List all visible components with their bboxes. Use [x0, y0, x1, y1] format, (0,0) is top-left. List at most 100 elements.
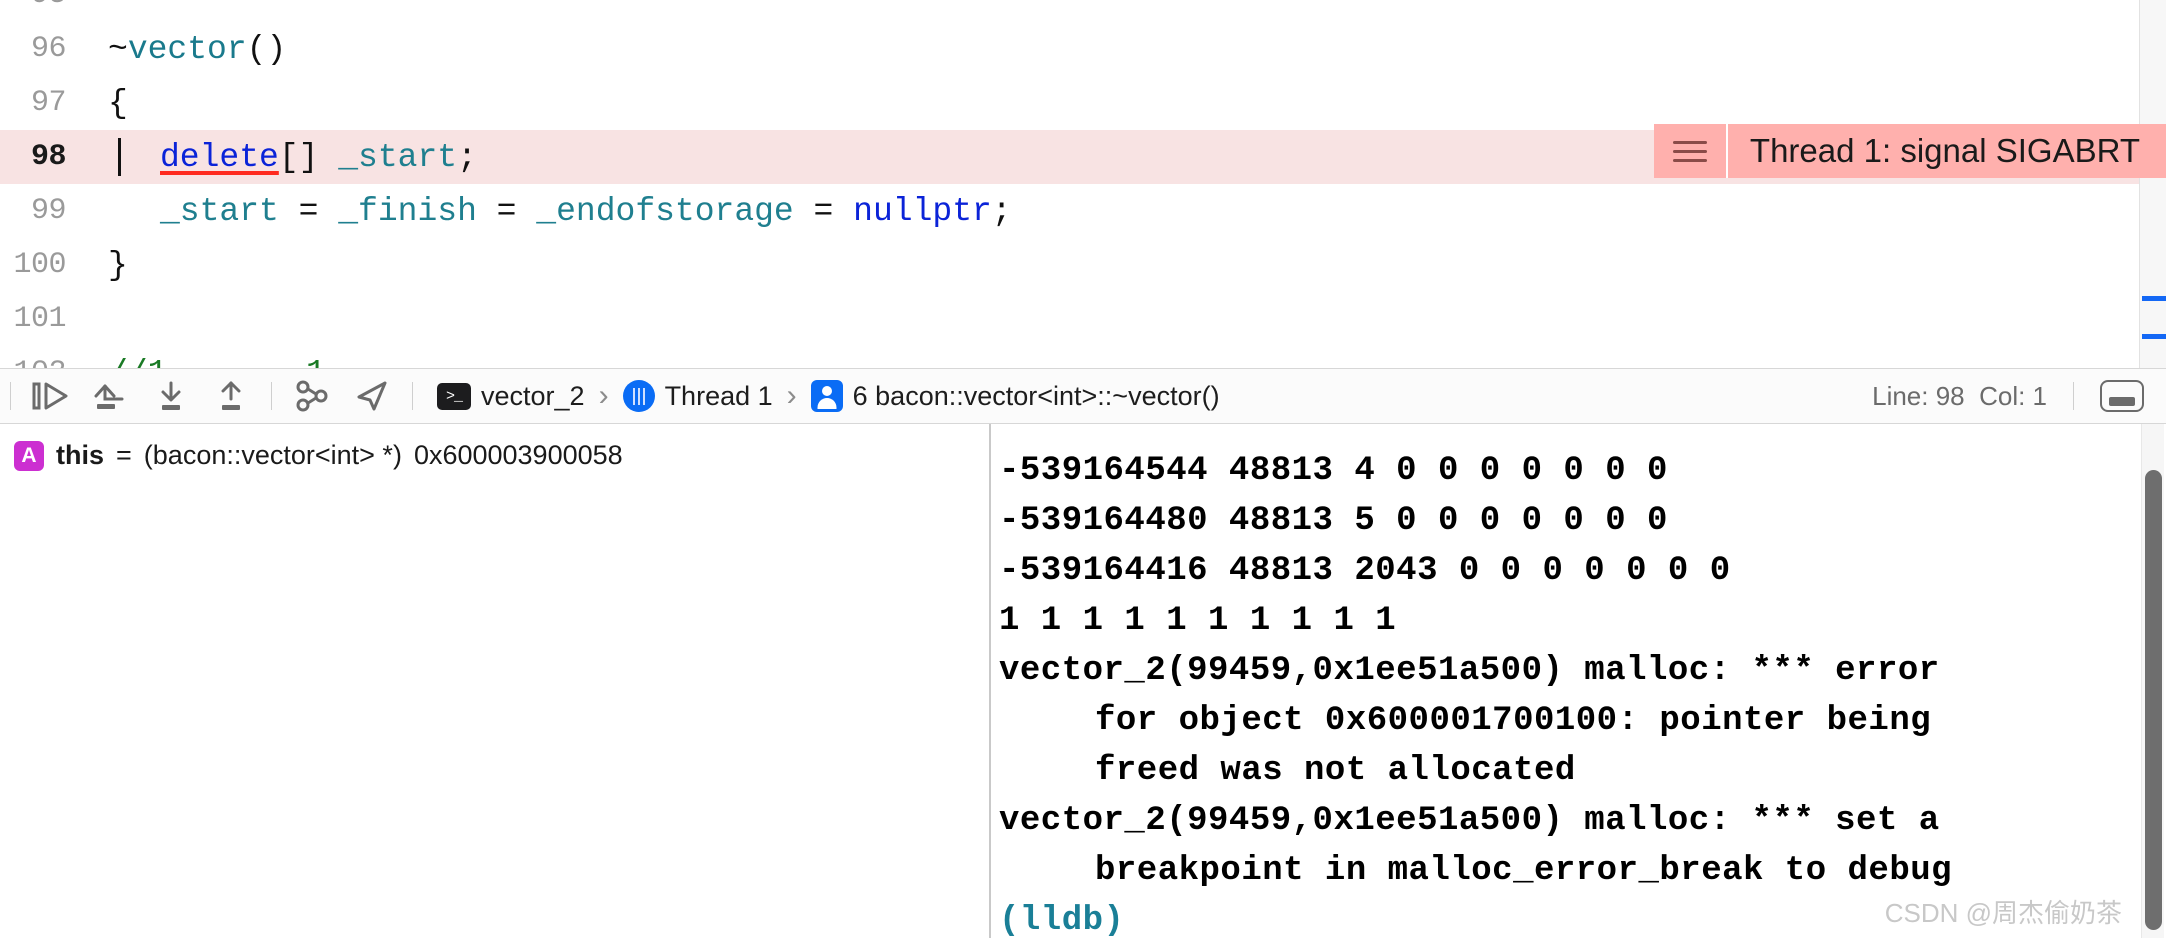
- breadcrumb-frame[interactable]: 6 bacon::vector<int>::~vector(): [805, 380, 1226, 412]
- token-parens: (): [246, 30, 287, 68]
- console-line: -539164480 48813 5 0 0 0 0 0 0 0: [999, 502, 1668, 540]
- variable-equals: =: [116, 440, 132, 470]
- simulate-location-button[interactable]: [348, 374, 396, 418]
- console-line: breakpoint in malloc_error_break to debu…: [1095, 852, 1953, 890]
- breadcrumb-thread-label: Thread 1: [664, 380, 773, 411]
- token-equals: =: [476, 192, 537, 230]
- code-content: ~vector(): [84, 33, 286, 66]
- token-array-brackets: []: [278, 138, 339, 176]
- variables-view[interactable]: A this = (bacon::vector<int> *) 0x600003…: [0, 424, 989, 938]
- step-over-button[interactable]: [87, 374, 135, 418]
- code-line-100[interactable]: 100 }: [0, 238, 2166, 292]
- console-line: 1 1 1 1 1 1 1 1 1 1: [999, 602, 1397, 640]
- breadcrumb-separator: ›: [786, 379, 797, 412]
- continue-button[interactable]: [27, 374, 75, 418]
- editor-scroll-marker-bar[interactable]: [2139, 0, 2166, 368]
- debug-area: A this = (bacon::vector<int> *) 0x600003…: [0, 424, 2166, 938]
- console-line: vector_2(99459,0x1ee51a500) malloc: *** …: [999, 652, 1940, 690]
- step-over-icon: [92, 380, 130, 412]
- breadcrumb-process-label: vector_2: [481, 380, 585, 411]
- line-number: 102: [0, 356, 84, 368]
- breadcrumb-frame-label: 6 bacon::vector<int>::~vector(): [852, 380, 1220, 411]
- line-number: 101: [13, 302, 66, 336]
- hamburger-icon[interactable]: [1653, 124, 1728, 178]
- line-number: 100: [13, 248, 66, 282]
- console-line: freed was not allocated: [1095, 752, 1576, 790]
- console-output[interactable]: - - - - - - - - - - - -539164544 48813 4…: [991, 424, 2166, 938]
- token-close-brace: }: [108, 246, 128, 284]
- variable-scope-badge: A: [14, 440, 44, 471]
- stack-frame-icon: [810, 380, 843, 412]
- line-number: 99: [30, 194, 67, 228]
- line-number: 97: [30, 86, 67, 120]
- step-into-icon: [155, 380, 187, 412]
- console-line: for object 0x600001700100: pointer being: [1095, 702, 1932, 740]
- divider: [271, 382, 272, 410]
- code-line-96[interactable]: 96 ~vector(): [0, 22, 2166, 76]
- console-scrollbar[interactable]: [2141, 424, 2164, 938]
- console-prompt: (lldb): [999, 902, 1125, 938]
- code-content: {: [84, 87, 128, 120]
- variable-type: (bacon::vector<int> *): [143, 440, 402, 470]
- console-scroll-content: - - - - - - - - - - - -539164544 48813 4…: [991, 424, 2166, 938]
- code-line-95[interactable]: 95: [0, 0, 2166, 22]
- variable-row[interactable]: A this = (bacon::vector<int> *) 0x600003…: [0, 424, 989, 471]
- token-endofstorage-var: _endofstorage: [536, 192, 794, 230]
- token-equals: =: [278, 192, 339, 230]
- thread-icon: [622, 380, 655, 412]
- console-line: - - - - - - - - - - -: [999, 424, 2166, 446]
- divider: [10, 382, 11, 410]
- step-out-icon: [215, 380, 247, 412]
- variable-name: this: [56, 440, 105, 470]
- step-into-button[interactable]: [147, 374, 195, 418]
- token-tilde: ~: [108, 30, 128, 68]
- code-line-99[interactable]: 99 _start = _finish = _endofstorage = nu…: [0, 184, 2166, 238]
- code-line-102[interactable]: 102 //1 ...1: [0, 346, 2166, 368]
- step-out-button[interactable]: [207, 374, 255, 418]
- debug-breadcrumb: >_ vector_2 › Thread 1 › 6 bacon::vector…: [431, 379, 1226, 413]
- editor-status: Line: 98 Col: 1: [1872, 380, 2166, 412]
- token-semicolon: ;: [991, 192, 1012, 230]
- token-vector-name: vector: [127, 30, 247, 68]
- token-semicolon: ;: [457, 138, 477, 176]
- token-open-brace: {: [108, 84, 128, 122]
- pause-play-icon: [32, 381, 70, 411]
- token-delete-keyword: delete: [160, 138, 279, 176]
- line-number: 95: [0, 0, 84, 12]
- variable-value: 0x600003900058: [413, 440, 623, 470]
- debug-toolbar: >_ vector_2 › Thread 1 › 6 bacon::vector…: [0, 368, 2166, 424]
- token-finish-var: _finish: [338, 192, 477, 230]
- view-hierarchy-icon: [294, 380, 330, 412]
- breadcrumb-thread[interactable]: Thread 1: [617, 380, 779, 412]
- console-panel-toggle-icon[interactable]: [2100, 380, 2144, 412]
- issue-banner-label: Thread 1: signal SIGABRT: [1727, 124, 2166, 178]
- breadcrumb-separator: ›: [598, 379, 609, 412]
- breadcrumb-process[interactable]: >_ vector_2: [431, 381, 591, 412]
- issue-banner[interactable]: Thread 1: signal SIGABRT: [1653, 124, 2166, 178]
- token-equals: =: [793, 192, 854, 230]
- console-line: -539164416 48813 2043 0 0 0 0 0 0 0: [999, 552, 1731, 590]
- code-content: delete[] _start;: [84, 141, 477, 174]
- debug-view-hierarchy-button[interactable]: [288, 374, 336, 418]
- code-line-97[interactable]: 97 {: [0, 76, 2166, 130]
- scroll-marker: [2142, 296, 2166, 301]
- xcode-debug-window: 95 96 ~vector() 97 { 98 delete[] _start;: [0, 0, 2166, 938]
- divider: [412, 382, 413, 410]
- divider: [2073, 382, 2074, 410]
- line-number: 98: [30, 140, 67, 174]
- console-scrollbar-thumb[interactable]: [2145, 470, 2162, 930]
- text-caret: [118, 138, 121, 176]
- token-comment: //1 ...1: [84, 357, 326, 369]
- line-number: 96: [30, 32, 67, 66]
- editor-scroll-content: 95 96 ~vector() 97 { 98 delete[] _start;: [0, 0, 2166, 368]
- token-start-var: _start: [160, 192, 279, 230]
- code-line-101[interactable]: 101: [0, 292, 2166, 346]
- scroll-marker: [2142, 334, 2166, 339]
- source-editor[interactable]: 95 96 ~vector() 97 { 98 delete[] _start;: [0, 0, 2166, 368]
- terminal-icon: >_: [437, 382, 471, 410]
- line-col-indicator: Line: 98 Col: 1: [1872, 380, 2047, 411]
- token-start-var: _start: [338, 138, 458, 176]
- token-nullptr-keyword: nullptr: [853, 192, 992, 230]
- console-line: vector_2(99459,0x1ee51a500) malloc: *** …: [999, 802, 1940, 840]
- console-line: -539164544 48813 4 0 0 0 0 0 0 0: [999, 452, 1668, 490]
